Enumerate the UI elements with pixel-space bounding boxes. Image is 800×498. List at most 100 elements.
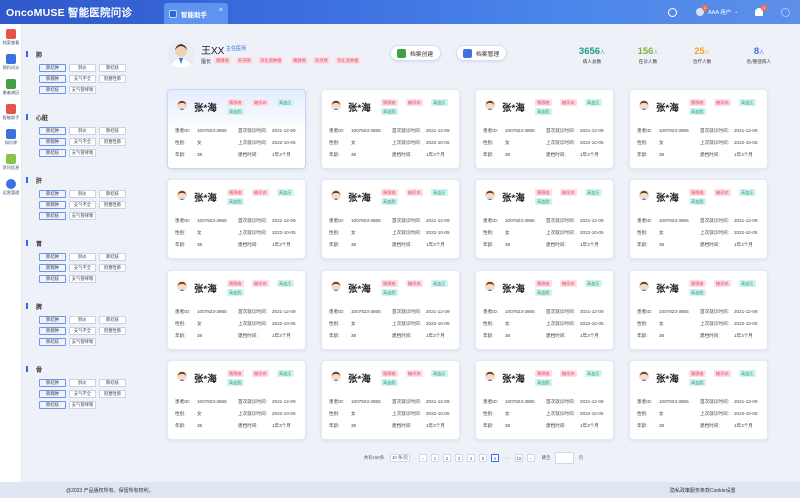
filter-chip[interactable]: 肺结核 xyxy=(99,379,126,387)
page-button[interactable]: 6 xyxy=(491,454,499,462)
filter-chip[interactable]: 阻塞性肺 xyxy=(99,138,126,146)
nav-item-2[interactable]: 患者病历 xyxy=(0,79,22,96)
filter-chip[interactable]: 肺结核 xyxy=(99,190,126,198)
patient-id: 1007823-3865 xyxy=(351,399,381,404)
filter-chip[interactable]: 肺结肿 xyxy=(39,379,66,387)
nav-item-4[interactable]: 知识库 xyxy=(0,129,22,146)
filter-chip[interactable]: 阻塞性肺 xyxy=(99,75,126,83)
nav-item-0[interactable]: 档案查看 xyxy=(0,29,22,46)
nav-item-3[interactable]: 智能助手 xyxy=(0,104,22,121)
patient-card[interactable]: 张*海 胰腺癌 糖尿病 高血压 高血脂 患者ID: 1007823-3865 首次就诊时间: 2… xyxy=(475,89,614,169)
record-duration-label: 建档时间: xyxy=(546,423,566,428)
patient-card[interactable]: 张*海 胰腺癌 糖尿病 高血压 高血脂 患者ID: 1007823-3865 首次就诊时间: 2… xyxy=(629,179,768,259)
nav-item-1[interactable]: 预约问诊 xyxy=(0,54,22,71)
filter-chip[interactable]: 肺腺肿 xyxy=(39,327,66,335)
filter-chip[interactable]: 肺结肿 xyxy=(39,64,66,72)
next-page-button[interactable]: › xyxy=(527,454,535,462)
goto-page-input[interactable] xyxy=(555,452,574,464)
filter-chip[interactable]: 肺结核 xyxy=(99,316,126,324)
bell-icon: 1 xyxy=(755,5,767,16)
patient-card[interactable]: 张*海 胰腺癌 糖尿病 高血压 高血脂 患者ID: 1007823-3865 首次就诊时间: 2… xyxy=(167,270,306,350)
page-button[interactable]: 16 xyxy=(515,454,523,462)
filter-chip[interactable]: 肺炎 xyxy=(69,253,96,261)
filter-chip[interactable]: 支气不全 xyxy=(69,138,96,146)
organ-heading: 骨 xyxy=(25,365,42,374)
patient-card[interactable]: 张*海 胰腺癌 糖尿病 高血压 高血脂 患者ID: 1007823-3865 首次就诊时间: 2… xyxy=(321,360,460,440)
create-record-button[interactable]: 档案创建 xyxy=(390,45,442,61)
globe-button[interactable] xyxy=(668,0,677,24)
filter-chip[interactable]: 支气不全 xyxy=(69,201,96,209)
prev-page-button[interactable]: ‹ xyxy=(419,454,427,462)
filter-chip[interactable]: 肺腺肿 xyxy=(39,138,66,146)
filter-chip[interactable]: 阻塞性肺 xyxy=(99,264,126,272)
filter-chip[interactable]: 肺结核 xyxy=(39,212,66,220)
page-size-select[interactable]: 10 条/页 xyxy=(390,454,410,462)
filter-chip[interactable]: 支气管哮喘 xyxy=(69,338,96,346)
nav-item-5[interactable]: 资讯信息 xyxy=(0,154,22,171)
filter-chip[interactable]: 支气管哮喘 xyxy=(69,86,96,94)
filter-chip[interactable]: 支气不全 xyxy=(69,75,96,83)
filter-chip[interactable]: 肺结核 xyxy=(39,338,66,346)
settings-button[interactable] xyxy=(781,0,790,24)
filter-chip[interactable]: 肺结核 xyxy=(39,86,66,94)
filter-chip[interactable]: 肺炎 xyxy=(69,316,96,324)
filter-chip[interactable]: 肺结肿 xyxy=(39,127,66,135)
manage-records-button[interactable]: 档案管理 xyxy=(456,45,508,61)
filter-chip[interactable]: 支气不全 xyxy=(69,327,96,335)
page-button[interactable]: 2 xyxy=(443,454,451,462)
nav-item-6[interactable]: 运营管理 xyxy=(0,179,22,196)
filter-chip[interactable]: 肺结核 xyxy=(39,149,66,157)
patient-card[interactable]: 张*海 胰腺癌 糖尿病 高血压 高血脂 患者ID: 1007823-3865 首次就诊时间: 2… xyxy=(321,179,460,259)
diagnosis-tag: 高血脂 xyxy=(689,108,706,115)
filter-chip[interactable]: 肺炎 xyxy=(69,190,96,198)
filter-chip[interactable]: 支气管哮喘 xyxy=(69,275,96,283)
filter-chip[interactable]: 肺腺肿 xyxy=(39,264,66,272)
page-button[interactable]: 5 xyxy=(479,454,487,462)
filter-chip[interactable]: 肺腺肿 xyxy=(39,75,66,83)
filter-chip[interactable]: 肺炎 xyxy=(69,64,96,72)
last-visit-label: 上次就诊时间: xyxy=(700,321,729,326)
filter-chip[interactable]: 肺结核 xyxy=(39,275,66,283)
filter-chip[interactable]: 阻塞性肺 xyxy=(99,327,126,335)
filter-chip[interactable]: 阻塞性肺 xyxy=(99,390,126,398)
patient-card[interactable]: 张*海 胰腺癌 糖尿病 高血压 高血脂 患者ID: 1007823-3865 首次就诊时间: 2… xyxy=(167,89,306,169)
filter-chip[interactable]: 支气不全 xyxy=(69,390,96,398)
filter-chip[interactable]: 阻塞性肺 xyxy=(99,201,126,209)
filter-chip[interactable]: 肺结核 xyxy=(39,401,66,409)
filter-chip[interactable]: 肺腺肿 xyxy=(39,201,66,209)
close-icon[interactable]: × xyxy=(219,7,223,14)
patient-card[interactable]: 张*海 胰腺癌 糖尿病 高血压 高血脂 患者ID: 1007823-3865 首次就诊时间: 2… xyxy=(475,270,614,350)
policy-links[interactable]: 隐私政策服务条款Cookie设置 xyxy=(670,487,736,494)
patient-card[interactable]: 张*海 胰腺癌 糖尿病 高血压 高血脂 患者ID: 1007823-3865 首次就诊时间: 2… xyxy=(167,179,306,259)
patient-card[interactable]: 张*海 胰腺癌 糖尿病 高血压 高血脂 患者ID: 1007823-3865 首次就诊时间: 2… xyxy=(321,89,460,169)
filter-chip[interactable]: 肺结肿 xyxy=(39,253,66,261)
patient-card[interactable]: 张*海 胰腺癌 糖尿病 高血压 高血脂 患者ID: 1007823-3865 首次就诊时间: 2… xyxy=(629,270,768,350)
patient-card[interactable]: 张*海 胰腺癌 糖尿病 高血压 高血脂 患者ID: 1007823-3865 首次就诊时间: 2… xyxy=(475,360,614,440)
filter-chip[interactable]: 肺炎 xyxy=(69,379,96,387)
filter-chip[interactable]: 肺炎 xyxy=(69,127,96,135)
patient-card[interactable]: 张*海 胰腺癌 糖尿病 高血压 高血脂 患者ID: 1007823-3865 首次就诊时间: 2… xyxy=(321,270,460,350)
filter-chip[interactable]: 肺结肿 xyxy=(39,316,66,324)
filter-chip[interactable]: 肺结核 xyxy=(99,127,126,135)
notifications-button[interactable]: 1 xyxy=(755,0,767,24)
filter-chip[interactable]: 肺结核 xyxy=(99,253,126,261)
filter-chip[interactable]: 肺腺肿 xyxy=(39,390,66,398)
filter-chip[interactable]: 肺结肿 xyxy=(39,190,66,198)
filter-chip[interactable]: 支气不全 xyxy=(69,264,96,272)
first-visit-label: 首次就诊时间: xyxy=(700,128,729,133)
patient-card[interactable]: 张*海 胰腺癌 糖尿病 高血压 高血脂 患者ID: 1007823-3865 首次就诊时间: 2… xyxy=(629,360,768,440)
page-button[interactable]: 1 xyxy=(431,454,439,462)
patient-card[interactable]: 张*海 胰腺癌 糖尿病 高血压 高血脂 患者ID: 1007823-3865 首次就诊时间: 2… xyxy=(629,89,768,169)
filter-chip[interactable]: 肺结核 xyxy=(99,64,126,72)
last-visit-label: 上次就诊时间: xyxy=(546,230,575,235)
user-menu[interactable]: 1 AAA 用户 ⌄ xyxy=(696,0,738,24)
age-label: 年龄: xyxy=(483,423,494,428)
filter-chip[interactable]: 支气管哮喘 xyxy=(69,212,96,220)
page-button[interactable]: 3 xyxy=(455,454,463,462)
filter-chip[interactable]: 支气管哮喘 xyxy=(69,401,96,409)
page-button[interactable]: 4 xyxy=(467,454,475,462)
tab-assistant[interactable]: 智能助手 × xyxy=(164,3,228,24)
filter-chip[interactable]: 支气管哮喘 xyxy=(69,149,96,157)
patient-card[interactable]: 张*海 胰腺癌 糖尿病 高血压 高血脂 患者ID: 1007823-3865 首次就诊时间: 2… xyxy=(475,179,614,259)
patient-card[interactable]: 张*海 胰腺癌 糖尿病 高血压 高血脂 患者ID: 1007823-3865 首次就诊时间: 2… xyxy=(167,360,306,440)
